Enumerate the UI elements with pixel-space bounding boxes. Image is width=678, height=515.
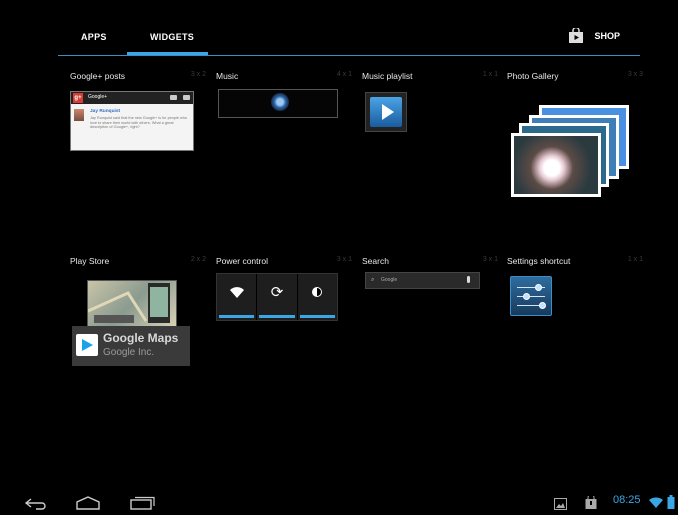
- widget-photo-gallery[interactable]: Photo Gallery 3 x 3: [507, 71, 643, 241]
- widgets-screen: APPS WIDGETS SHOP Google+ posts 3 x 2 g+…: [0, 0, 678, 515]
- home-icon[interactable]: [75, 496, 101, 515]
- shop-button[interactable]: SHOP: [568, 26, 620, 43]
- widget-size: 4 x 1: [336, 71, 352, 78]
- system-bar: 08:25: [0, 491, 678, 515]
- widget-name: Power control: [216, 256, 268, 266]
- search-icon: ⌕: [371, 276, 375, 283]
- sync-icon: ⟳: [270, 283, 284, 301]
- widget-size: 3 x 1: [336, 256, 352, 263]
- wifi-icon[interactable]: [649, 496, 663, 514]
- widget-music-playlist[interactable]: Music playlist 1 x 1: [362, 71, 498, 241]
- widget-power-control[interactable]: Power control 3 x 1 ⟳: [216, 256, 352, 426]
- tab-bar: APPS WIDGETS SHOP: [58, 22, 640, 56]
- tab-widgets[interactable]: WIDGETS: [150, 32, 194, 42]
- play-store-icon: [76, 334, 98, 356]
- app-title: Google Maps: [103, 331, 179, 345]
- tab-apps[interactable]: APPS: [81, 32, 107, 42]
- widget-header: Photo Gallery 3 x 3: [507, 71, 643, 83]
- music-preview: [218, 89, 338, 118]
- wifi-icon: [217, 285, 256, 302]
- widget-header: Power control 3 x 1: [216, 256, 352, 268]
- widget-google-plus-posts[interactable]: Google+ posts 3 x 2 g+ Google+ Jay Runqu…: [70, 71, 206, 241]
- widget-name: Search: [362, 256, 389, 266]
- widget-settings-shortcut[interactable]: Settings shortcut 1 x 1: [507, 256, 643, 426]
- microphone-icon: [467, 276, 470, 283]
- toggle-indicator: [299, 315, 335, 318]
- search-placeholder: Google: [381, 277, 398, 283]
- widget-header: Settings shortcut 1 x 1: [507, 256, 643, 268]
- gallery-notification-icon[interactable]: [554, 497, 567, 515]
- widget-size: 1 x 1: [627, 256, 643, 263]
- tab-selected-indicator: [127, 52, 208, 55]
- widget-size: 3 x 1: [482, 256, 498, 263]
- google-plus-preview: g+ Google+ Jay Runquist Jay Runquist sai…: [70, 91, 194, 151]
- shop-label: SHOP: [594, 30, 620, 41]
- photo-gallery-preview: [507, 99, 633, 197]
- toggle-indicator: [259, 315, 295, 318]
- widget-size: 3 x 2: [190, 71, 206, 78]
- widget-header: Music 4 x 1: [216, 71, 352, 83]
- widget-name: Music: [216, 71, 239, 81]
- widget-name: Music playlist: [362, 71, 413, 81]
- widget-size: 1 x 1: [482, 71, 498, 78]
- widget-header: Google+ posts 3 x 2: [70, 71, 206, 83]
- google-plus-header: g+ Google+: [71, 92, 193, 104]
- recent-apps-icon[interactable]: [129, 496, 155, 515]
- brightness-icon: [298, 285, 337, 302]
- power-toggle-sync: ⟳: [257, 274, 298, 320]
- google-plus-actions: [170, 95, 190, 100]
- play-icon: [370, 97, 402, 127]
- widget-search[interactable]: Search 3 x 1 ⌕ Google: [362, 256, 498, 426]
- widget-header: Play Store 2 x 2: [70, 256, 206, 268]
- power-toggle-wifi: [217, 274, 258, 320]
- google-plus-app-name: Google+: [88, 94, 108, 100]
- camera-icon: [170, 95, 177, 100]
- shopping-bag-icon: [568, 26, 584, 43]
- widget-play-store[interactable]: Play Store 2 x 2 Google Maps Google Inc.: [70, 256, 206, 426]
- widget-name: Google+ posts: [70, 71, 126, 81]
- widget-header: Search 3 x 1: [362, 256, 498, 268]
- widget-name: Photo Gallery: [507, 71, 559, 81]
- widget-music[interactable]: Music 4 x 1: [216, 71, 352, 241]
- google-plus-logo-icon: g+: [73, 93, 83, 103]
- widget-size: 3 x 3: [627, 71, 643, 78]
- clock[interactable]: 08:25: [613, 494, 641, 506]
- settings-sliders-icon: [510, 276, 552, 316]
- widget-name: Settings shortcut: [507, 256, 571, 266]
- toggle-indicator: [219, 315, 255, 318]
- photo-stack-front: [511, 133, 601, 197]
- playlist-preview: [365, 92, 407, 132]
- power-control-preview: ⟳: [216, 273, 338, 321]
- music-play-icon: [271, 93, 289, 111]
- widget-name: Play Store: [70, 256, 110, 266]
- search-preview: ⌕ Google: [365, 272, 480, 289]
- widget-size: 2 x 2: [190, 256, 206, 263]
- app-developer: Google Inc.: [103, 347, 155, 358]
- compose-icon: [183, 95, 190, 100]
- app-card: Google Maps Google Inc.: [72, 326, 190, 366]
- widget-header: Music playlist 1 x 1: [362, 71, 498, 83]
- post-author: Jay Runquist: [90, 109, 121, 114]
- post-text: Jay Runquist said that the new Google+ i…: [90, 116, 187, 129]
- download-notification-icon[interactable]: [585, 494, 597, 514]
- battery-icon: [667, 495, 675, 514]
- avatar: [74, 109, 84, 121]
- power-toggle-brightness: [298, 274, 337, 320]
- app-screenshot: [87, 280, 177, 328]
- back-icon[interactable]: [24, 497, 48, 515]
